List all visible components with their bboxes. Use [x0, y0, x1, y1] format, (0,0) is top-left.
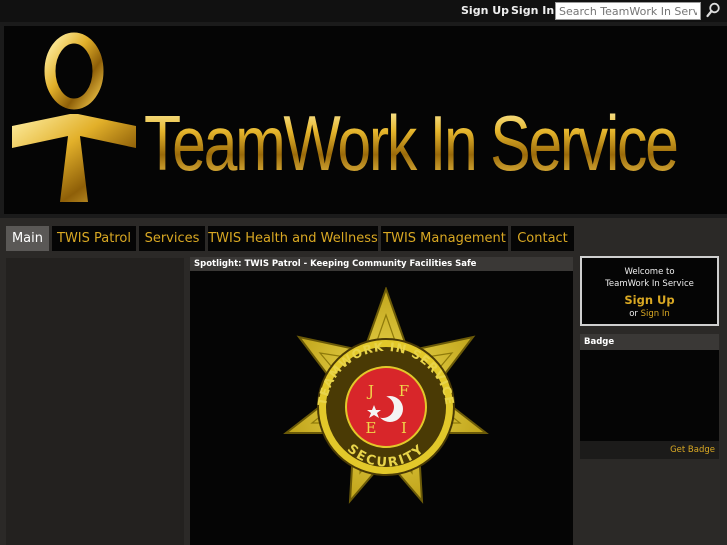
security-badge-image[interactable]: TEAMWORK IN SERVICE SECURITY J F E I — [270, 287, 502, 527]
site-title: TeamWork In Service — [144, 99, 679, 187]
welcome-signup-link[interactable]: Sign Up — [582, 293, 717, 308]
tab-services[interactable]: Services — [139, 226, 205, 251]
welcome-box: Welcome to TeamWork In Service Sign Up o… — [580, 256, 719, 326]
left-column — [6, 258, 184, 545]
welcome-signin-link[interactable]: Sign In — [641, 309, 670, 319]
tab-twis-management[interactable]: TWIS Management — [381, 226, 508, 251]
spotlight-panel: Spotlight: TWIS Patrol - Keeping Communi… — [190, 257, 573, 545]
tab-contact[interactable]: Contact — [511, 226, 574, 251]
search-icon — [706, 2, 720, 17]
ankh-logo-icon — [12, 32, 136, 202]
badge-letter-f: F — [399, 382, 409, 400]
tab-main[interactable]: Main — [6, 226, 49, 251]
get-badge-link[interactable]: Get Badge — [580, 441, 719, 459]
badge-letter-i: I — [401, 419, 407, 437]
tab-twis-patrol[interactable]: TWIS Patrol — [52, 226, 136, 251]
top-bar: Sign Up Sign In — [0, 0, 727, 22]
signup-link[interactable]: Sign Up — [461, 4, 509, 17]
search-button[interactable] — [703, 1, 723, 21]
site-header: TeamWork In Service — [4, 26, 727, 214]
search-input[interactable] — [555, 2, 701, 20]
spotlight-heading: Spotlight: TWIS Patrol - Keeping Communi… — [190, 257, 573, 271]
main-nav: Main TWIS Patrol Services TWIS Health an… — [0, 218, 727, 254]
badge-letter-e: E — [366, 419, 377, 437]
badge-widget: Badge Get Badge — [580, 334, 719, 459]
welcome-or: or — [629, 309, 638, 319]
badge-letter-j: J — [366, 382, 374, 400]
signin-link[interactable]: Sign In — [511, 4, 554, 17]
welcome-line1: Welcome to — [624, 267, 675, 277]
welcome-line2: TeamWork In Service — [605, 279, 694, 289]
badge-widget-title: Badge — [580, 334, 719, 350]
tab-twis-health-and-wellness[interactable]: TWIS Health and Wellness — [208, 226, 378, 251]
